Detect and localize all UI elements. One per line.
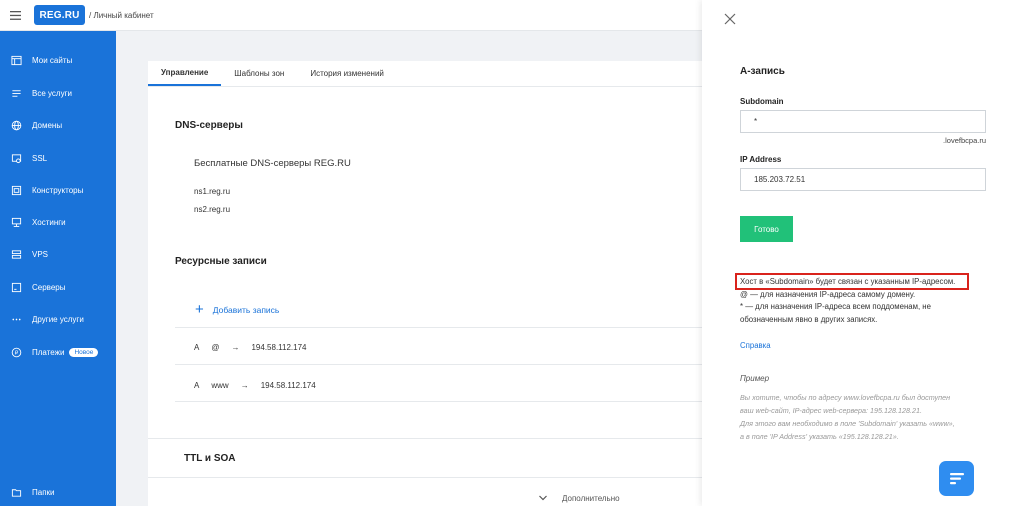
divider	[175, 401, 702, 402]
top-bar: REG.RU / Личный кабинет	[0, 0, 702, 31]
chat-button[interactable]	[939, 461, 974, 496]
more-label: Дополнительно	[562, 493, 620, 503]
sidebar-item-payments[interactable]: ₽ Платежи Новое	[0, 342, 116, 362]
globe-icon	[0, 120, 32, 131]
help-text-line: * — для назначения IP-адреса всем поддом…	[740, 302, 931, 311]
example-text-line: ваш web-сайт, IP-адрес web-сервера: 195.…	[740, 406, 922, 415]
server-icon	[0, 282, 32, 293]
plus-icon: +	[195, 301, 204, 318]
new-badge: Новое	[69, 347, 99, 357]
table-row[interactable]: A @ → 194.58.112.174	[194, 343, 318, 352]
sidebar-item-my-sites[interactable]: Мои сайты	[0, 50, 116, 70]
list-icon	[0, 88, 32, 99]
tabs: Управление Шаблоны зон История изменений	[148, 61, 702, 87]
sidebar-item-label: Домены	[32, 120, 63, 130]
folder-icon	[0, 487, 32, 498]
ttl-soa-title: TTL и SOA	[184, 453, 236, 464]
logo-text: REG.RU	[34, 5, 85, 25]
menu-icon[interactable]	[0, 0, 30, 31]
divider	[175, 364, 702, 365]
divider	[175, 327, 702, 328]
divider	[148, 477, 702, 478]
example-text-line: Для этого вам необходимо в поле 'Subdoma…	[740, 419, 955, 428]
record-host: @	[211, 343, 220, 352]
hosting-icon	[0, 217, 32, 228]
help-text-line: @ — для назначения IP-адреса самому доме…	[740, 290, 916, 299]
sidebar-item-label: VPS	[32, 249, 49, 259]
a-record-panel: А-запись Subdomain * .lovefbcpa.ru IP Ad…	[702, 0, 1024, 506]
divider	[148, 438, 702, 439]
sidebar-item-domains[interactable]: Домены	[0, 115, 116, 135]
sidebar-item-label: Другие услуги	[32, 314, 84, 324]
sidebar-item-folders[interactable]: Папки	[0, 482, 116, 502]
ssl-icon	[0, 153, 32, 164]
ip-address-label: IP Address	[740, 155, 782, 164]
sidebar-item-label: Платежи	[32, 347, 65, 357]
add-record-button[interactable]: + Добавить запись	[195, 302, 279, 317]
sites-icon	[0, 55, 32, 66]
payment-icon: ₽	[0, 347, 32, 358]
page-background	[116, 31, 702, 61]
record-type: A	[194, 381, 200, 390]
dots-icon	[0, 314, 32, 325]
logo[interactable]: REG.RU / Личный кабинет	[34, 5, 154, 25]
sidebar-item-label: Конструкторы	[32, 185, 84, 195]
close-icon[interactable]	[724, 13, 736, 25]
subdomain-label: Subdomain	[740, 97, 784, 106]
svg-text:₽: ₽	[14, 349, 18, 356]
record-value: 194.58.112.174	[260, 381, 316, 390]
dns-card: Управление Шаблоны зон История изменений…	[148, 61, 702, 506]
sidebar: Мои сайты Все услуги Домены SSL Конструк…	[0, 31, 116, 506]
sidebar-item-label: Хостинги	[32, 217, 66, 227]
dns-servers-title: DNS-серверы	[175, 120, 243, 131]
ip-address-input[interactable]: 185.203.72.51	[740, 168, 986, 191]
arrow-icon: →	[240, 381, 249, 390]
sidebar-item-hosting[interactable]: Хостинги	[0, 212, 116, 232]
builder-icon	[0, 185, 32, 196]
tab-zone-templates[interactable]: Шаблоны зон	[221, 61, 297, 86]
subdomain-input[interactable]: *	[740, 110, 986, 133]
dns-servers-subtitle: Бесплатные DNS-серверы REG.RU	[194, 158, 351, 169]
ns2-value: ns2.reg.ru	[194, 205, 231, 214]
sidebar-item-label: Все услуги	[32, 88, 72, 98]
arrow-icon: →	[231, 343, 240, 352]
vps-icon	[0, 249, 32, 260]
record-host: www	[211, 381, 229, 390]
sidebar-item-other-services[interactable]: Другие услуги	[0, 309, 116, 329]
breadcrumb[interactable]: / Личный кабинет	[89, 11, 154, 20]
more-toggle[interactable]: Дополнительно	[538, 493, 620, 503]
example-text-line: Вы хотите, чтобы по адресу www.lovefbcpa…	[740, 393, 951, 402]
example-text-line: а в поле 'IP Address' указать «195.128.1…	[740, 432, 899, 441]
sidebar-item-label: Серверы	[32, 282, 66, 292]
tab-management[interactable]: Управление	[148, 61, 222, 86]
help-link[interactable]: Справка	[740, 341, 771, 350]
submit-button[interactable]: Готово	[740, 216, 793, 242]
sidebar-item-vps[interactable]: VPS	[0, 244, 116, 264]
sidebar-item-label: SSL	[32, 153, 48, 163]
record-value: 194.58.112.174	[251, 343, 307, 352]
ns1-value: ns1.reg.ru	[194, 187, 231, 196]
panel-title: А-запись	[740, 66, 785, 77]
sidebar-item-builders[interactable]: Конструкторы	[0, 180, 116, 200]
sidebar-item-label: Папки	[32, 487, 55, 497]
help-text-line: Хост в «Subdomain» будет связан с указан…	[740, 277, 956, 286]
tab-history[interactable]: История изменений	[297, 61, 397, 86]
help-text-line: обозначенным явно в других записях.	[740, 315, 878, 324]
resource-records-title: Ресурсные записи	[175, 256, 267, 267]
sidebar-item-ssl[interactable]: SSL	[0, 148, 116, 168]
table-row[interactable]: A www → 194.58.112.174	[194, 381, 328, 390]
sidebar-item-all-services[interactable]: Все услуги	[0, 83, 116, 103]
chat-icon	[949, 472, 964, 484]
add-record-label: Добавить запись	[212, 304, 280, 315]
chevron-down-icon	[539, 495, 547, 501]
record-type: A	[194, 343, 200, 352]
example-title: Пример	[740, 374, 770, 383]
sidebar-item-servers[interactable]: Серверы	[0, 277, 116, 297]
sidebar-item-label: Мои сайты	[32, 55, 73, 65]
domain-suffix: .lovefbcpa.ru	[943, 136, 986, 145]
